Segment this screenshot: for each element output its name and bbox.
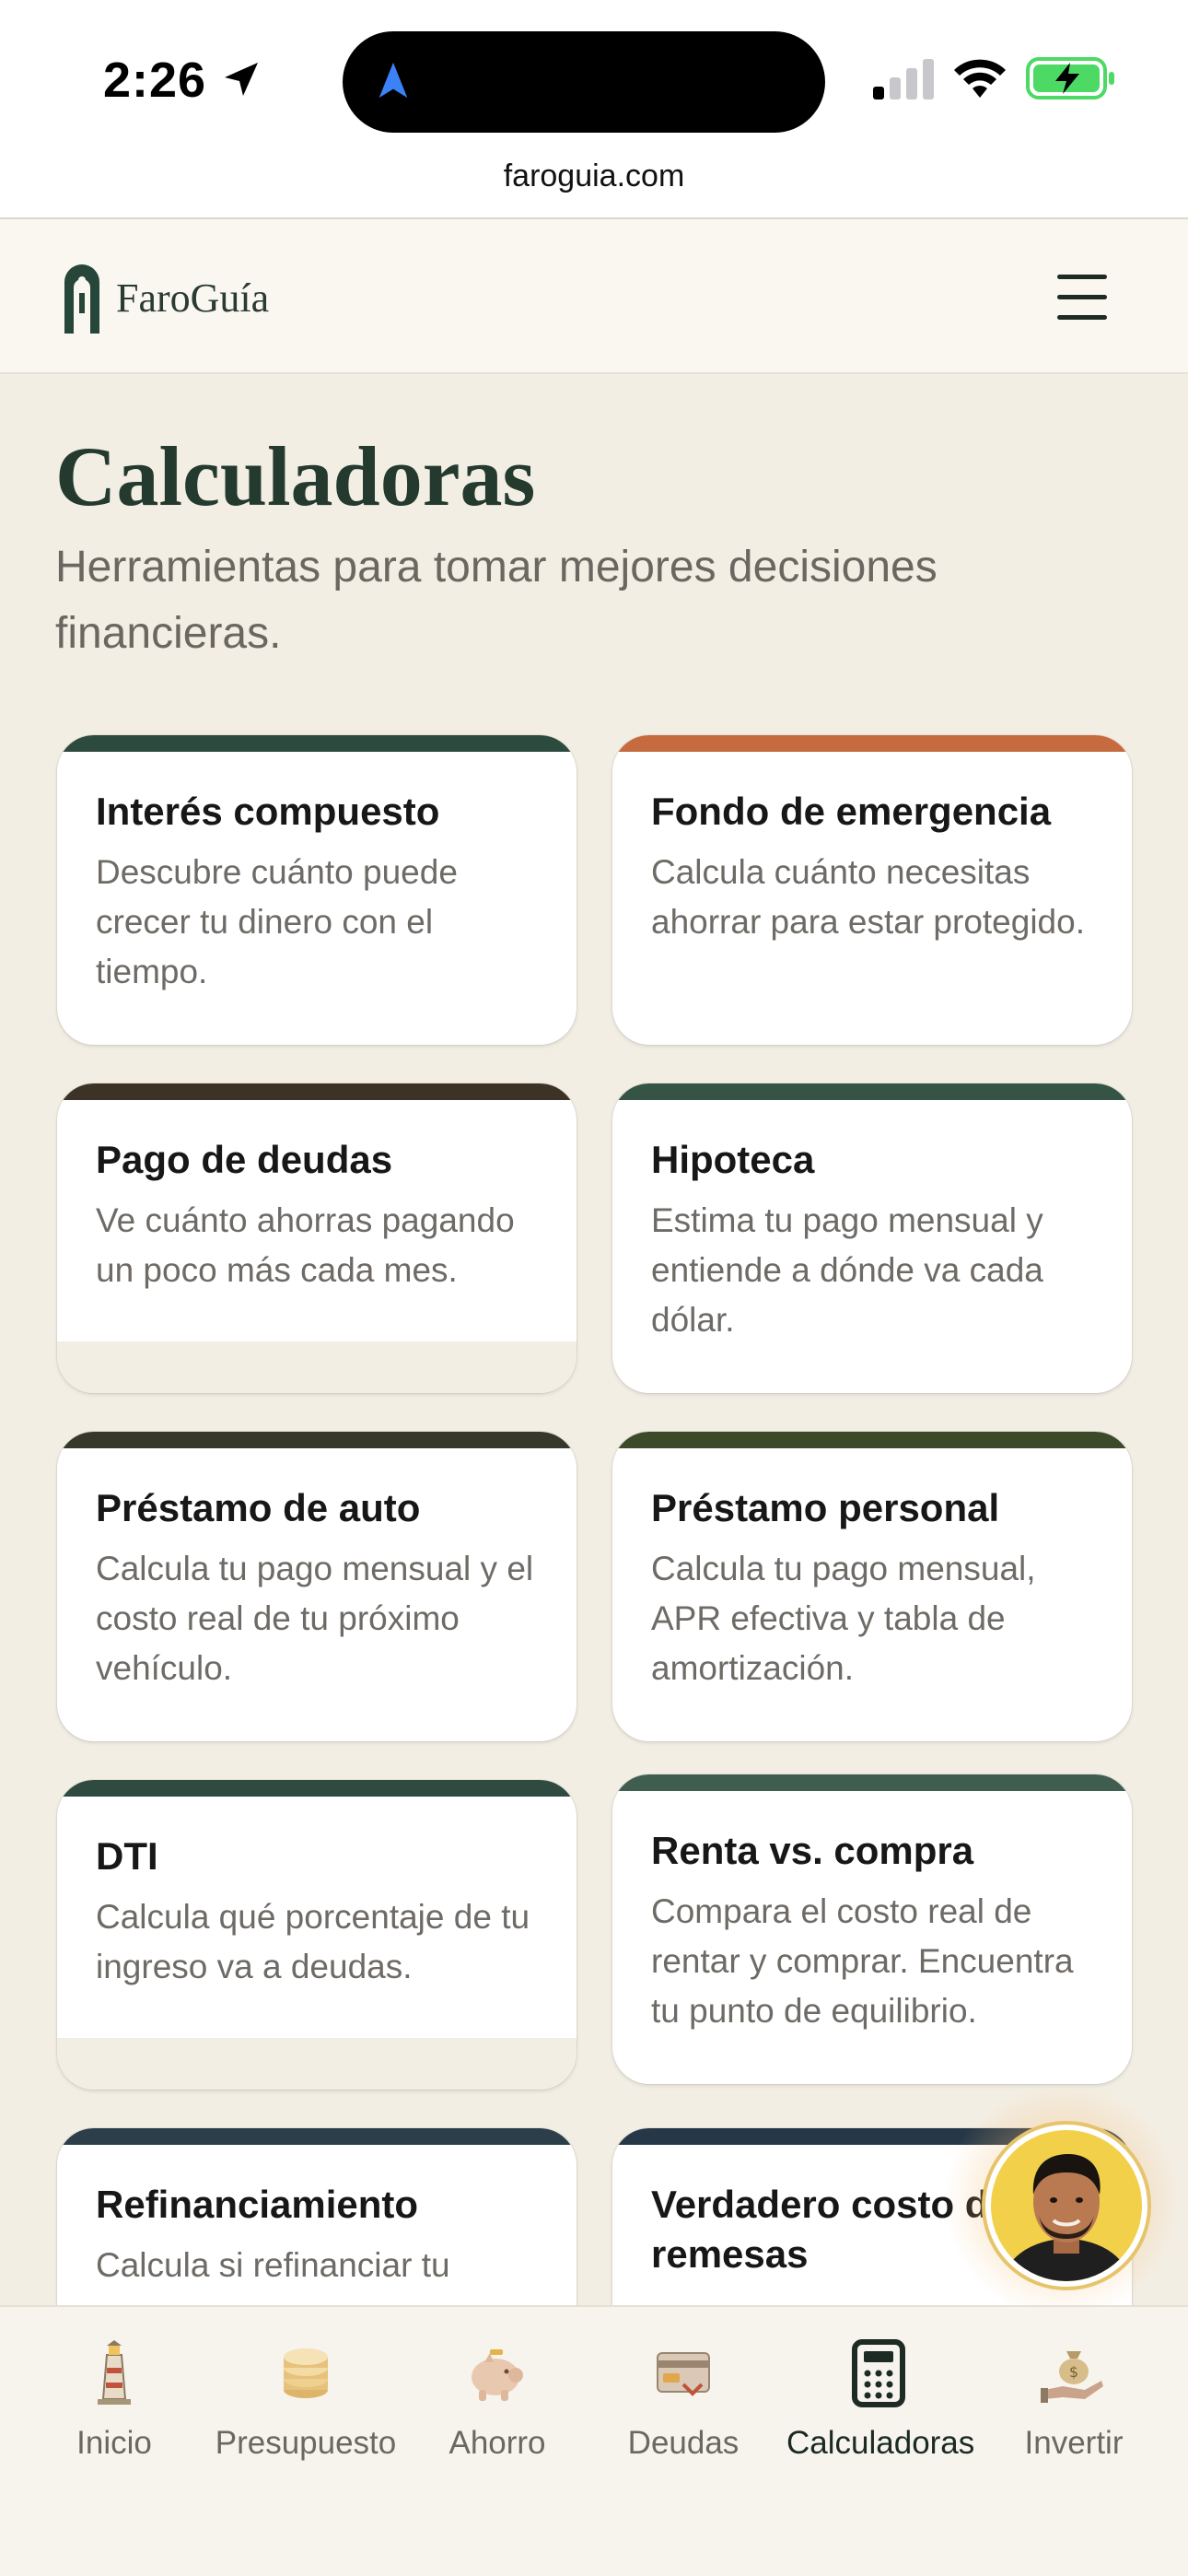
nav-label: Ahorro <box>448 2425 546 2461</box>
card-description: Calcula cuánto necesitas ahorrar para es… <box>651 853 1085 941</box>
navigation-arrow-icon <box>379 62 408 99</box>
card-hipoteca[interactable]: Hipoteca Estima tu pago mensual y entien… <box>612 1083 1132 1393</box>
dynamic-island <box>343 31 825 133</box>
card-title: Hipoteca <box>651 1138 815 1181</box>
card-interes-compuesto[interactable]: Interés compuesto Descubre cuánto puede … <box>57 735 577 1045</box>
card-accent-bar <box>612 735 1132 752</box>
nav-label: Invertir <box>1024 2425 1124 2461</box>
status-time: 2:26 <box>103 53 207 108</box>
card-title: Renta vs. compra <box>651 1829 974 1872</box>
location-arrow-icon <box>225 63 258 96</box>
lighthouse-icon <box>98 2340 131 2405</box>
card-accent-bar <box>57 2128 577 2145</box>
card-fondo-emergencia[interactable]: Fondo de emergencia Calcula cuánto neces… <box>612 735 1132 1045</box>
coins-icon <box>284 2348 328 2398</box>
nav-deudas[interactable]: Deudas <box>591 2338 775 2462</box>
card-pago-deudas[interactable]: Pago de deudas Ve cuánto ahorras pagando… <box>57 1083 577 1393</box>
money-bag-hand-icon: $ <box>1041 2351 1103 2403</box>
card-accent-bar <box>612 1083 1132 1100</box>
card-description: Calcula tu pago mensual y el costo real … <box>96 1550 534 1687</box>
logo-text[interactable]: FaroGuía <box>116 275 269 322</box>
card-accent-bar <box>612 1774 1132 1791</box>
nav-label: Deudas <box>627 2425 740 2461</box>
card-description: Descubre cuánto puede crecer tu dinero c… <box>96 853 458 990</box>
svg-text:$: $ <box>1069 2363 1078 2381</box>
card-accent-bar <box>57 1780 577 1797</box>
chat-assistant-avatar[interactable] <box>985 2125 1147 2287</box>
wifi-icon <box>954 59 1006 98</box>
piggy-bank-icon <box>472 2349 523 2401</box>
card-accent-bar <box>57 1432 577 1448</box>
nav-invertir[interactable]: $ Invertir <box>982 2338 1166 2462</box>
nav-ahorro[interactable]: Ahorro <box>405 2338 589 2462</box>
card-title: Préstamo de auto <box>96 1486 421 1529</box>
card-accent-bar <box>57 735 577 752</box>
card-title: Préstamo personal <box>651 1486 1000 1529</box>
card-renta-vs-compra[interactable]: Renta vs. compra Compara el costo real d… <box>612 1774 1132 2084</box>
card-description: Ve cuánto ahorras pagando un poco más ca… <box>96 1201 515 1289</box>
url-text: faroguia.com <box>503 158 685 193</box>
card-accent-bar <box>57 1083 577 1100</box>
card-description: Compara el costo real de rentar y compra… <box>651 1892 1074 2030</box>
assistant-face-icon <box>1002 2154 1131 2281</box>
nav-calculadoras[interactable]: Calculadoras <box>786 2338 975 2462</box>
nav-label: Presupuesto <box>215 2425 397 2461</box>
lighthouse-logo-icon[interactable] <box>61 262 103 334</box>
nav-inicio[interactable]: Inicio <box>22 2338 206 2462</box>
card-description: Calcula qué porcentaje de tu ingreso va … <box>96 1898 530 1985</box>
card-description: Calcula si refinanciar tu <box>96 2246 450 2284</box>
site-header: FaroGuía <box>0 219 1188 374</box>
card-title: DTI <box>96 1834 158 1878</box>
credit-card-icon <box>657 2352 710 2396</box>
calculator-icon <box>852 2339 905 2407</box>
page-title: Calculadoras <box>55 429 536 523</box>
battery-charging-icon <box>1026 57 1114 100</box>
card-title: Pago de deudas <box>96 1138 393 1181</box>
card-title: Interés compuesto <box>96 790 440 833</box>
nav-label: Calculadoras <box>786 2425 975 2461</box>
browser-url-bar[interactable]: faroguia.com <box>0 147 1188 219</box>
card-description: Estima tu pago mensual y entiende a dónd… <box>651 1201 1043 1339</box>
card-description: Calcula tu pago mensual, APR efectiva y … <box>651 1550 1036 1687</box>
card-title: Refinanciamiento <box>96 2183 419 2226</box>
bottom-navigation: Inicio Presupuesto Ahorro Deudas Calcula… <box>0 2305 1188 2576</box>
nav-label: Inicio <box>76 2425 152 2461</box>
card-prestamo-personal[interactable]: Préstamo personal Calcula tu pago mensua… <box>612 1432 1132 1741</box>
cellular-signal-icon <box>873 59 934 100</box>
hamburger-menu-button[interactable] <box>1054 267 1112 326</box>
nav-presupuesto[interactable]: Presupuesto <box>214 2338 398 2462</box>
page-subtitle: Herramientas para tomar mejores decision… <box>55 543 938 658</box>
card-dti[interactable]: DTI Calcula qué porcentaje de tu ingreso… <box>57 1780 577 2090</box>
card-title: Fondo de emergencia <box>651 790 1052 833</box>
card-prestamo-auto[interactable]: Préstamo de auto Calcula tu pago mensual… <box>57 1432 577 1741</box>
card-accent-bar <box>612 1432 1132 1448</box>
status-bar: 2:26 <box>0 0 1188 161</box>
